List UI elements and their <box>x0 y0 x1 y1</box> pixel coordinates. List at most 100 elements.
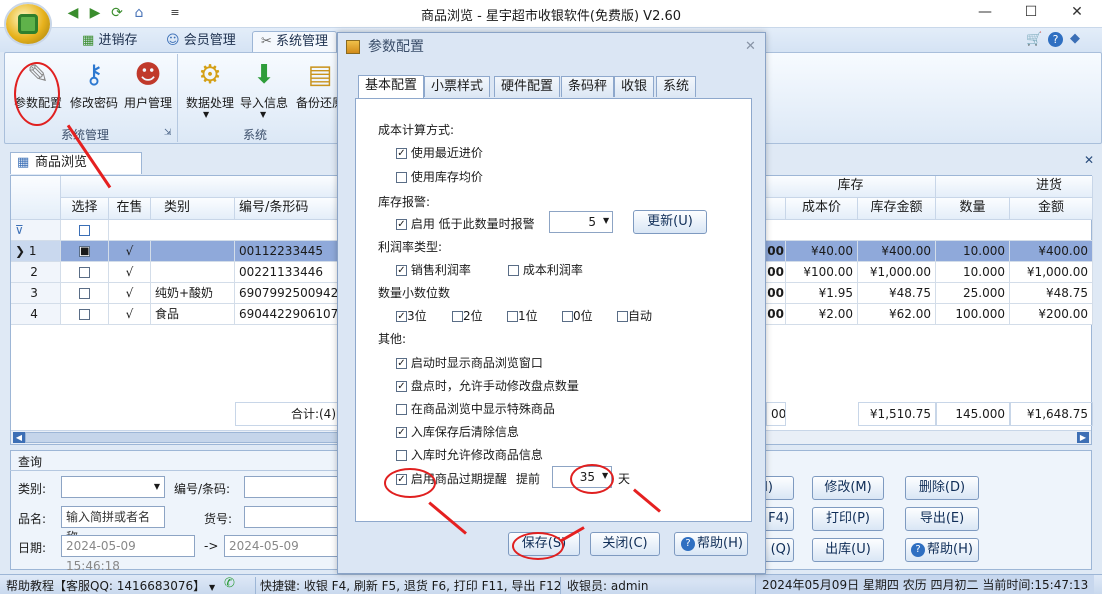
col-qty[interactable]: 数量 <box>936 198 1010 220</box>
filter-row[interactable] <box>766 220 1093 241</box>
checkbox[interactable] <box>396 450 407 461</box>
checkbox[interactable]: ✓ <box>396 358 407 369</box>
col-category[interactable]: 类别 <box>151 198 235 220</box>
print-button[interactable]: 打印(P) <box>812 507 884 531</box>
modify-button[interactable]: 修改(M) <box>812 476 884 500</box>
decimal-option-1[interactable]: 1位 <box>507 307 538 324</box>
scroll-right-icon[interactable]: ▶ <box>1077 432 1089 443</box>
scroll-left-icon[interactable]: ◀ <box>13 432 25 443</box>
col-select[interactable]: 选择 <box>61 198 109 220</box>
app-logo-icon[interactable] <box>6 4 50 44</box>
col-onsale[interactable]: 在售 <box>109 198 151 220</box>
checkbox[interactable] <box>508 265 519 276</box>
row-checkbox[interactable] <box>79 288 90 299</box>
row-header[interactable]: 4 <box>11 304 61 325</box>
help-button-main[interactable]: ? 帮助(H) <box>905 538 979 562</box>
chevron-down-icon[interactable]: ▼ <box>603 216 609 225</box>
row-header[interactable]: 2 <box>11 262 61 283</box>
other-option-modify[interactable]: 入库时允许修改商品信息 <box>396 446 543 463</box>
user-management-button[interactable]: ☻ 用户管理 <box>120 58 176 124</box>
category-select[interactable]: ▼ <box>61 476 165 498</box>
checkbox[interactable] <box>396 404 407 415</box>
date-from-input[interactable]: 2024-05-09 15:46:18 <box>61 535 195 573</box>
cart-icon[interactable]: 🛒 <box>1026 32 1042 47</box>
close-doc-icon[interactable]: ✕ <box>1084 153 1094 167</box>
checkbox[interactable]: ✓ <box>396 381 407 392</box>
checkbox[interactable]: ✓ <box>396 427 407 438</box>
col-cost[interactable]: 成本价 <box>786 198 858 220</box>
stock-alert-enable[interactable]: ✓ 启用 低于此数量时报警 <box>396 215 535 232</box>
row-header[interactable]: ❯ 1 <box>11 241 61 262</box>
row-checkbox[interactable]: ■ <box>79 246 90 257</box>
tab-member[interactable]: ☺ 会员管理 <box>158 31 244 52</box>
row-header[interactable]: 3 <box>11 283 61 304</box>
checkbox[interactable]: ✓ <box>396 265 407 276</box>
wechat-icon[interactable]: ✆ <box>224 576 235 591</box>
tab-basic-config[interactable]: 基本配置 <box>358 75 425 98</box>
goodsno-input[interactable] <box>244 506 337 528</box>
export-button[interactable]: 导出(E) <box>905 507 979 531</box>
decimal-option-2[interactable]: 2位 <box>452 307 483 324</box>
tab-system[interactable]: ✂ 系统管理 <box>252 31 338 52</box>
tab-hardware-config[interactable]: 硬件配置 <box>494 76 561 97</box>
filter-row[interactable] <box>109 220 341 241</box>
col-code[interactable]: 编号/条形码 <box>235 198 341 220</box>
help-icon[interactable]: ? <box>1048 32 1063 47</box>
name-input[interactable]: 输入简拼或者名称 <box>61 506 165 544</box>
checkbox[interactable] <box>562 311 573 322</box>
checkbox[interactable] <box>452 311 463 322</box>
help-dialog-button[interactable]: ? 帮助(H) <box>674 532 748 556</box>
date-to-input[interactable]: 2024-05-09 15:46:1 <box>224 535 337 557</box>
other-option-clear[interactable]: ✓ 入库保存后清除信息 <box>396 423 519 440</box>
dialog-close-icon[interactable]: ✕ <box>745 39 756 54</box>
col-stock-amount[interactable]: 库存金额 <box>858 198 936 220</box>
update-button[interactable]: 更新(U) <box>633 210 707 234</box>
tab-cashier[interactable]: 收银 <box>614 76 655 97</box>
checkbox[interactable]: ✓ <box>396 148 407 159</box>
row-checkbox[interactable] <box>79 309 90 320</box>
checkbox[interactable] <box>617 311 628 322</box>
cell-select[interactable] <box>61 262 109 283</box>
qty-text: 100.000 <box>955 307 1005 321</box>
filter-icon[interactable]: ⊽ <box>11 220 61 241</box>
tab-barcode-scale[interactable]: 条码秤 <box>561 76 615 97</box>
doc-tab-goods-browse[interactable]: ▦ 商品浏览 <box>10 152 142 174</box>
cell-select[interactable]: ■ <box>61 241 109 262</box>
close-dialog-button[interactable]: 关闭(C) <box>590 532 660 556</box>
code-input[interactable] <box>244 476 337 498</box>
decimal-option-3[interactable]: ✓3位 <box>396 307 427 324</box>
col-amount[interactable]: 金额 <box>1010 198 1093 220</box>
maximize-button[interactable]: ☐ <box>1008 2 1054 24</box>
cost-option-recent[interactable]: ✓ 使用最近进价 <box>396 144 483 161</box>
other-option-special[interactable]: 在商品浏览中显示特殊商品 <box>396 400 555 417</box>
delete-button[interactable]: 删除(D) <box>905 476 979 500</box>
filter-select[interactable] <box>61 220 109 241</box>
expand-group-icon[interactable]: ⇲ <box>164 128 172 138</box>
cell-select[interactable] <box>61 304 109 325</box>
other-option-stocktake[interactable]: ✓ 盘点时，允许手动修改盘点数量 <box>396 377 579 394</box>
checkbox[interactable] <box>507 311 518 322</box>
cost-option-average[interactable]: 使用库存均价 <box>396 168 483 185</box>
checkbox[interactable]: ✓ <box>396 219 407 230</box>
data-processing-button[interactable]: ⚙ 数据处理 <box>182 58 238 124</box>
decimal-option-auto[interactable]: 自动 <box>617 307 652 324</box>
profit-option-cost[interactable]: 成本利润率 <box>508 261 583 278</box>
decimal-option-0[interactable]: 0位 <box>562 307 593 324</box>
checkbox[interactable] <box>396 172 407 183</box>
status-help-link[interactable]: 帮助教程【客服QQ: 1416683076】 ▼ <box>6 577 215 594</box>
change-password-button[interactable]: ⚷ 修改密码 <box>66 58 122 124</box>
filter-checkbox[interactable] <box>79 225 90 236</box>
tab-inventory[interactable]: ▦ 进销存 <box>74 31 145 52</box>
skin-icon[interactable]: ◆ <box>1070 31 1080 46</box>
row-checkbox[interactable] <box>79 267 90 278</box>
minimize-button[interactable]: — <box>962 2 1008 24</box>
cell-select[interactable] <box>61 283 109 304</box>
close-button[interactable]: ✕ <box>1054 2 1100 24</box>
other-option-startup[interactable]: ✓ 启动时显示商品浏览窗口 <box>396 354 543 371</box>
outbound-button[interactable]: 出库(U) <box>812 538 884 562</box>
profit-option-sales[interactable]: ✓ 销售利润率 <box>396 261 471 278</box>
checkbox[interactable]: ✓ <box>396 311 407 322</box>
tab-system[interactable]: 系统 <box>656 76 697 97</box>
tab-receipt-style[interactable]: 小票样式 <box>424 76 491 97</box>
cell-onsale: √ <box>109 283 151 304</box>
